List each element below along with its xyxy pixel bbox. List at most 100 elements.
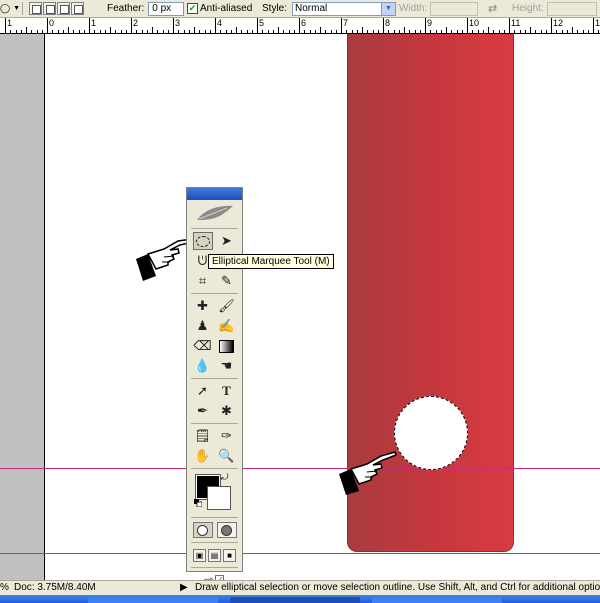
ruler-tick bbox=[194, 27, 195, 33]
quick-mask-icon bbox=[221, 524, 232, 536]
ruler-tick bbox=[26, 27, 27, 33]
ruler-tick bbox=[436, 30, 437, 33]
new-selection-button[interactable] bbox=[29, 2, 42, 15]
ruler-tick bbox=[420, 30, 421, 33]
background-color-swatch[interactable] bbox=[207, 486, 231, 510]
pen-tool[interactable]: ✒ bbox=[193, 402, 213, 420]
move-icon: ➤ bbox=[221, 233, 232, 248]
add-to-selection-button[interactable] bbox=[43, 2, 56, 15]
document-size-info[interactable]: Doc: 3.75M/8.40M bbox=[14, 581, 96, 595]
full-screen-menu-mode-button[interactable]: ▤ bbox=[208, 548, 221, 562]
gradient-tool[interactable] bbox=[217, 337, 237, 355]
photoshop-feather-logo[interactable] bbox=[187, 200, 242, 226]
ruler-tick bbox=[257, 18, 258, 33]
ruler-tick bbox=[425, 18, 426, 33]
tool-preset-picker[interactable]: ◯ ▼ bbox=[0, 0, 20, 17]
tool-tooltip: Elliptical Marquee Tool (M) bbox=[208, 254, 334, 269]
style-select[interactable]: Normal ▼ bbox=[292, 1, 397, 16]
ruler-tick bbox=[472, 30, 473, 33]
selection-mode-group bbox=[22, 0, 85, 17]
hand-tool[interactable]: ✋ bbox=[193, 447, 213, 465]
full-screen-mode-button[interactable]: ■ bbox=[223, 548, 236, 562]
ruler-tick bbox=[541, 30, 542, 33]
ruler-tick bbox=[451, 30, 452, 33]
healing-brush-tool[interactable]: ✚ bbox=[193, 297, 213, 315]
eraser-tool[interactable]: ⌫ bbox=[193, 337, 213, 355]
lasso-icon: ᕫ bbox=[197, 253, 208, 268]
ruler-tick bbox=[567, 30, 568, 33]
tool-row: ✒ ✱ bbox=[187, 401, 242, 421]
divider bbox=[191, 542, 238, 543]
default-colors-icon[interactable] bbox=[194, 499, 202, 507]
gradient-icon bbox=[219, 339, 234, 353]
zoom-tool[interactable]: 🔍 bbox=[217, 447, 237, 465]
type-tool[interactable]: T bbox=[217, 382, 237, 400]
height-input[interactable] bbox=[546, 1, 597, 16]
divider bbox=[191, 567, 238, 568]
slice-tool[interactable]: ✎ bbox=[217, 272, 237, 290]
ruler-tick bbox=[131, 18, 132, 33]
blur-tool[interactable]: 💧 bbox=[193, 357, 213, 375]
ruler-tick bbox=[42, 30, 43, 33]
slice-icon: ✎ bbox=[221, 273, 232, 288]
toolbox-title-bar[interactable] bbox=[187, 188, 242, 200]
tool-row: ➤ bbox=[187, 231, 242, 251]
ruler-label: 12 bbox=[553, 18, 564, 28]
standard-screen-mode-button[interactable]: ▣ bbox=[193, 548, 206, 562]
clone-stamp-tool[interactable]: ♟ bbox=[193, 317, 213, 335]
feather-input[interactable]: 0 px bbox=[148, 1, 185, 16]
ruler-tick bbox=[205, 30, 206, 33]
horizontal-guide[interactable] bbox=[0, 468, 600, 469]
ruler-tick bbox=[236, 27, 237, 33]
options-bar: ◯ ▼ Feather: 0 px ✔ Anti-aliased Style: … bbox=[0, 0, 600, 18]
ruler-tick bbox=[325, 30, 326, 33]
ruler-tick bbox=[252, 30, 253, 33]
status-menu-arrow-icon[interactable]: ▶ bbox=[180, 581, 188, 595]
ruler-tick bbox=[457, 30, 458, 33]
taskbar-button[interactable] bbox=[88, 597, 218, 603]
ruler-tick bbox=[467, 18, 468, 33]
intersect-selection-button[interactable] bbox=[71, 2, 84, 15]
eyedropper-tool[interactable]: ✑ bbox=[217, 427, 237, 445]
document-canvas[interactable] bbox=[45, 34, 600, 580]
custom-shape-tool[interactable]: ✱ bbox=[217, 402, 237, 420]
zoom-level[interactable]: % bbox=[0, 581, 9, 595]
tool-row: ▣ ▤ ■ bbox=[187, 545, 242, 565]
move-tool[interactable]: ➤ bbox=[217, 232, 237, 250]
ruler-tick bbox=[399, 30, 400, 33]
anti-aliased-group[interactable]: ✔ Anti-aliased bbox=[187, 0, 252, 17]
ruler-tick bbox=[157, 30, 158, 33]
taskbar-button[interactable] bbox=[372, 597, 502, 603]
dodge-tool[interactable]: ☚ bbox=[217, 357, 237, 375]
horizontal-ruler[interactable]: 1012345678910111213 bbox=[0, 18, 600, 34]
divider bbox=[191, 423, 238, 424]
ruler-tick bbox=[546, 30, 547, 33]
swap-colors-icon[interactable]: ⤾ bbox=[221, 472, 229, 483]
quick-mask-mode-button[interactable] bbox=[216, 522, 237, 538]
ruler-tick bbox=[283, 30, 284, 33]
feather-icon bbox=[196, 205, 233, 220]
taskbar-button[interactable] bbox=[230, 597, 360, 603]
ruler-tick bbox=[504, 30, 505, 33]
elliptical-selection[interactable] bbox=[394, 396, 468, 470]
ruler-tick bbox=[530, 27, 531, 33]
notes-tool[interactable]: 🗒 bbox=[193, 427, 213, 445]
history-brush-tool[interactable]: ✍ bbox=[217, 317, 237, 335]
crop-tool[interactable]: ⌗ bbox=[193, 272, 213, 290]
elliptical-marquee-tool[interactable] bbox=[192, 232, 213, 250]
tool-row bbox=[187, 520, 242, 540]
anti-aliased-checkbox[interactable]: ✔ bbox=[187, 3, 198, 14]
ruler-tick bbox=[273, 30, 274, 33]
horizontal-guide[interactable] bbox=[0, 553, 600, 554]
tool-row: ✋ 🔍 bbox=[187, 446, 242, 466]
path-selection-tool[interactable]: ➚ bbox=[193, 382, 213, 400]
subtract-from-selection-button[interactable] bbox=[57, 2, 70, 15]
width-input[interactable] bbox=[430, 1, 479, 16]
swap-width-height-button[interactable]: ⇄ bbox=[488, 0, 497, 17]
height-group: Height: bbox=[512, 0, 597, 17]
divider bbox=[22, 2, 23, 15]
brush-tool[interactable]: 🖌 bbox=[217, 297, 237, 315]
standard-mode-button[interactable] bbox=[192, 522, 213, 538]
feather-group: Feather: 0 px bbox=[107, 0, 185, 17]
status-message: Draw elliptical selection or move select… bbox=[195, 582, 600, 593]
